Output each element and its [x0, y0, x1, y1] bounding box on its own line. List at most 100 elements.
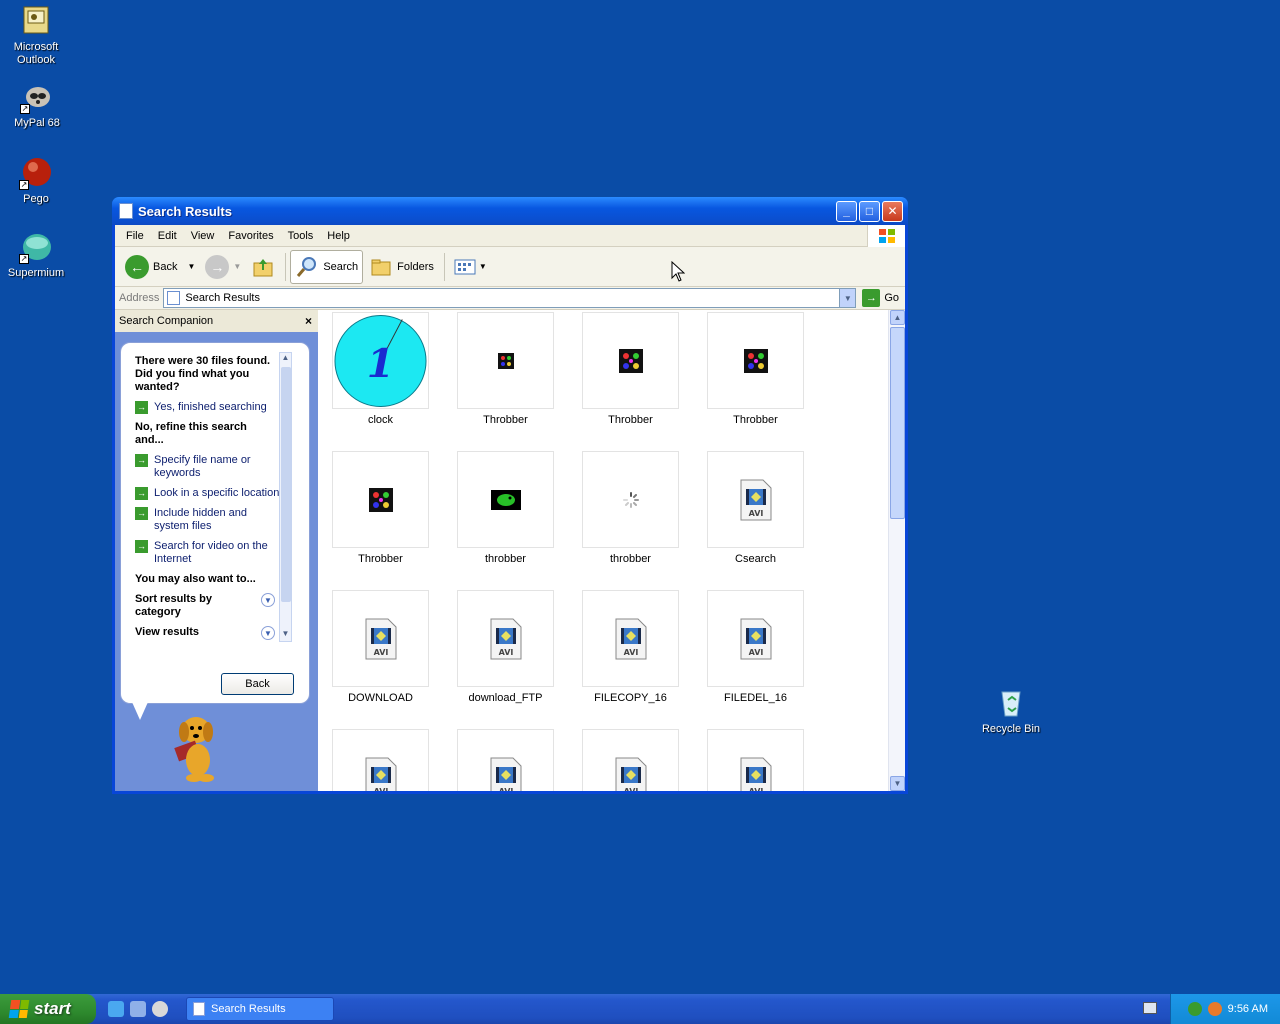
companion-back-button[interactable]: Back: [221, 673, 294, 695]
menu-edit[interactable]: Edit: [151, 230, 184, 242]
file-item[interactable]: AVI: [332, 729, 429, 791]
file-name: Throbber: [733, 414, 778, 426]
views-icon: [454, 259, 476, 274]
forward-button[interactable]: → ▼: [201, 250, 245, 284]
sort-by-category-toggle[interactable]: Sort results by category ▼: [135, 593, 275, 619]
search-tray-icon[interactable]: [1207, 1002, 1222, 1016]
close-pane-icon[interactable]: ×: [305, 314, 312, 328]
file-thumbnail[interactable]: AVI: [707, 729, 804, 791]
menu-favorites[interactable]: Favorites: [221, 230, 280, 242]
file-item[interactable]: Throbber: [707, 312, 804, 442]
media-player-icon[interactable]: [152, 1001, 168, 1017]
specify-file-name-link[interactable]: → Specify file name or keywords: [135, 454, 283, 480]
hidden-system-files-link[interactable]: → Include hidden and system files: [135, 507, 283, 533]
desktop-icon-mypal[interactable]: ↗ MyPal 68: [0, 80, 75, 130]
forward-dropdown-icon[interactable]: ▼: [233, 262, 241, 271]
back-button[interactable]: ← Back ▼: [121, 250, 199, 284]
file-thumbnail[interactable]: [582, 312, 679, 409]
internet-explorer-icon[interactable]: [108, 1001, 124, 1017]
back-dropdown-icon[interactable]: ▼: [187, 262, 195, 271]
folders-button[interactable]: Folders: [365, 250, 438, 284]
go-button[interactable]: → Go: [862, 289, 899, 307]
avi-file-icon: AVI: [365, 618, 396, 659]
throbber-icon: [368, 487, 393, 512]
close-button[interactable]: ✕: [882, 200, 903, 222]
menu-help[interactable]: Help: [320, 230, 357, 242]
taskbar-item-search-results[interactable]: Search Results: [186, 997, 334, 1021]
keyboard-icon[interactable]: [1143, 1002, 1157, 1014]
supermium-icon: ↗: [19, 230, 53, 264]
start-button[interactable]: start: [0, 994, 96, 1024]
file-item[interactable]: throbber: [457, 451, 554, 581]
file-thumbnail[interactable]: AVI: [332, 590, 429, 687]
file-item[interactable]: Throbber: [457, 312, 554, 442]
scroll-thumb[interactable]: [281, 367, 291, 602]
desktop-icon-outlook[interactable]: Microsoft Outlook: [0, 4, 74, 67]
network-icon[interactable]: [1187, 1002, 1202, 1016]
desktop-icon-supermium[interactable]: ↗ Supermium: [0, 230, 74, 280]
file-item[interactable]: AVI: [457, 729, 554, 791]
file-thumbnail[interactable]: AVI: [707, 451, 804, 548]
system-tray: 9:56 AM: [1170, 994, 1280, 1024]
scroll-thumb[interactable]: [890, 327, 905, 519]
file-thumbnail[interactable]: [332, 451, 429, 548]
minimize-button[interactable]: _: [836, 200, 857, 222]
address-input[interactable]: Search Results ▼: [163, 288, 857, 308]
scroll-down-icon[interactable]: ▼: [890, 776, 905, 791]
file-thumbnail[interactable]: [707, 312, 804, 409]
file-thumbnail[interactable]: AVI: [582, 590, 679, 687]
specific-location-link[interactable]: → Look in a specific location: [135, 487, 283, 500]
svg-text:AVI: AVI: [623, 787, 638, 792]
file-item[interactable]: throbber: [582, 451, 679, 581]
content-scrollbar[interactable]: ▲ ▼: [888, 310, 905, 791]
scroll-up-icon[interactable]: ▲: [280, 353, 291, 365]
file-item[interactable]: Throbber: [332, 451, 429, 581]
file-item[interactable]: AVI DOWNLOAD: [332, 590, 429, 720]
chevron-down-icon[interactable]: ▼: [261, 626, 275, 640]
file-item[interactable]: AVI: [582, 729, 679, 791]
yes-finished-link[interactable]: → Yes, finished searching: [135, 401, 283, 414]
scroll-up-icon[interactable]: ▲: [890, 310, 905, 325]
file-item[interactable]: AVI: [707, 729, 804, 791]
menu-view[interactable]: View: [184, 230, 222, 242]
file-item[interactable]: AVI Csearch: [707, 451, 804, 581]
file-thumbnail[interactable]: AVI: [332, 729, 429, 791]
file-thumbnail[interactable]: AVI: [582, 729, 679, 791]
companion-scrollbar[interactable]: ▲ ▼: [279, 352, 292, 642]
title-bar[interactable]: Search Results _ □ ✕: [112, 197, 908, 225]
file-item[interactable]: Throbber: [582, 312, 679, 442]
scroll-down-icon[interactable]: ▼: [280, 629, 291, 641]
search-video-internet-link[interactable]: → Search for video on the Internet: [135, 540, 283, 566]
file-item[interactable]: AVI FILECOPY_16: [582, 590, 679, 720]
search-companion-title: Search Companion: [119, 315, 214, 327]
svg-text:AVI: AVI: [373, 787, 388, 792]
quick-launch: [108, 1001, 168, 1017]
file-item[interactable]: AVI download_FTP: [457, 590, 554, 720]
menu-tools[interactable]: Tools: [281, 230, 321, 242]
arrow-icon: →: [135, 401, 148, 414]
file-item[interactable]: AVI FILEDEL_16: [707, 590, 804, 720]
up-folder-button[interactable]: [247, 250, 279, 284]
chevron-down-icon[interactable]: ▼: [261, 593, 275, 607]
view-results-toggle[interactable]: View results ▼: [135, 626, 275, 640]
file-thumbnail[interactable]: [582, 451, 679, 548]
search-dog-icon[interactable]: [162, 708, 222, 784]
windows-flag-icon: [8, 1000, 30, 1018]
maximize-button[interactable]: □: [859, 200, 880, 222]
address-dropdown-icon[interactable]: ▼: [839, 289, 856, 307]
file-thumbnail[interactable]: [457, 312, 554, 409]
menu-file[interactable]: File: [119, 230, 151, 242]
file-thumbnail[interactable]: AVI: [457, 729, 554, 791]
file-item[interactable]: 1 clock: [332, 312, 429, 442]
file-thumbnail[interactable]: AVI: [707, 590, 804, 687]
desktop-icon-recycle-bin[interactable]: Recycle Bin: [973, 686, 1049, 736]
views-button[interactable]: ▼: [449, 250, 491, 284]
desktop-icon-pego[interactable]: ↗ Pego: [0, 156, 74, 206]
file-thumbnail[interactable]: [457, 451, 554, 548]
file-thumbnail[interactable]: 1: [332, 312, 429, 409]
arrow-icon: →: [135, 540, 148, 553]
show-desktop-icon[interactable]: [130, 1001, 146, 1017]
file-thumbnail[interactable]: AVI: [457, 590, 554, 687]
search-button[interactable]: Search: [290, 249, 364, 284]
throbber-icon: [490, 489, 521, 510]
